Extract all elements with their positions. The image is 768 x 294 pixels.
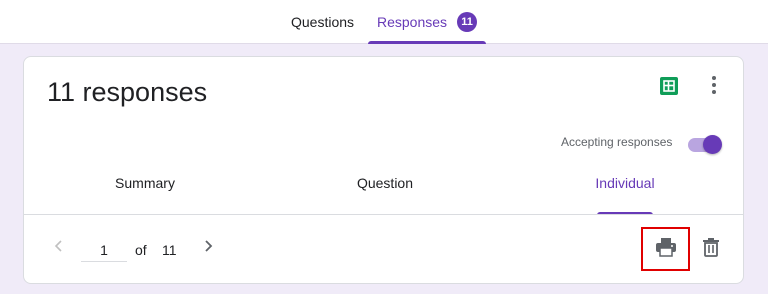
of-label: of (135, 242, 147, 258)
chevron-right-icon[interactable] (200, 238, 216, 254)
trash-icon (702, 237, 720, 262)
print-button[interactable] (641, 227, 690, 271)
tab-responses-label: Responses (377, 14, 448, 30)
print-icon (655, 237, 677, 262)
delete-button[interactable] (699, 237, 723, 261)
tab-questions-label: Questions (291, 14, 355, 30)
tab-individual[interactable]: Individual (594, 175, 656, 215)
accepting-responses-label: Accepting responses (561, 135, 673, 149)
google-sheets-icon[interactable] (660, 77, 678, 95)
responses-card: 11 responses Accepting responses Summary… (23, 56, 744, 284)
more-vert-icon[interactable] (704, 73, 724, 97)
tab-question-label: Question (356, 175, 414, 191)
tab-summary-label: Summary (115, 175, 175, 191)
accepting-responses-toggle[interactable] (686, 134, 722, 154)
tab-questions[interactable]: Questions (291, 0, 354, 44)
toggle-thumb (703, 135, 722, 154)
tab-divider (24, 214, 743, 215)
responses-count-title: 11 responses (47, 77, 208, 107)
tab-summary[interactable]: Summary (114, 175, 176, 215)
page-number-input[interactable] (81, 238, 127, 262)
tab-responses-indicator (368, 41, 487, 44)
tab-responses[interactable]: Responses 11 (368, 0, 487, 44)
responses-count-badge: 11 (457, 12, 478, 32)
top-nav-bar: Questions Responses 11 (0, 0, 768, 44)
total-pages-label: 11 (162, 242, 177, 258)
chevron-left-icon[interactable] (51, 238, 67, 254)
tab-individual-label: Individual (595, 175, 655, 191)
tab-question[interactable]: Question (355, 175, 415, 215)
